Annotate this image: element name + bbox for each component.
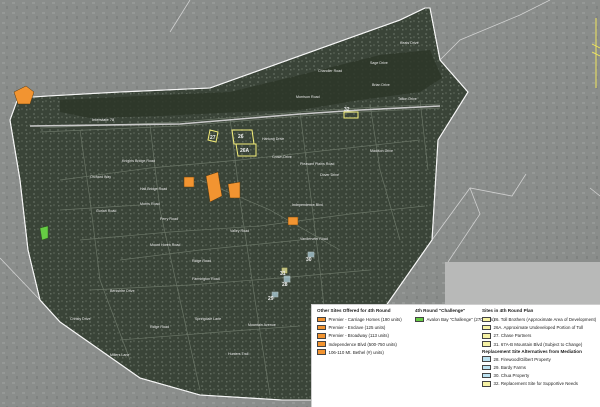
road-label: Mountain Avenue <box>248 323 276 327</box>
road-label: Morris Road <box>140 202 160 206</box>
legend-plan-sites: Sites in 4th Round Plan 26. Toll Brother… <box>482 308 596 388</box>
legend-swatch-blue <box>482 364 491 371</box>
site-mt-bethel[interactable] <box>287 216 299 226</box>
legend-item: 31. 67A-B Mountain Blvd (Subject to Chan… <box>482 340 596 348</box>
road-label: Ridge Road <box>150 325 169 329</box>
site-label-28: 28 <box>282 282 288 288</box>
road-label: Berkshire Drive <box>110 289 135 293</box>
road-label: Vanderveer Road <box>300 237 328 241</box>
road-label: Ferry Road <box>160 217 178 221</box>
interstate-78-label: Interstate 78 <box>92 117 115 122</box>
site-independence-blvd[interactable] <box>227 181 241 199</box>
road-label: Hunters Trail <box>228 352 249 356</box>
site-label-30: 30 <box>306 257 312 263</box>
legend-swatch-orange <box>317 316 326 323</box>
road-label: Hall Bridge Road <box>140 187 167 191</box>
site-label-32: 32 <box>344 107 350 113</box>
road-label: Orchard Way <box>90 175 111 179</box>
road-label: Ridge Road <box>192 259 211 263</box>
legend-item: 26A. Approximate Undeveloped Portion of … <box>482 324 596 332</box>
legend-item: Independence Blvd (500-750 units) <box>317 340 402 348</box>
road-label: Christy Drive <box>70 317 91 321</box>
site-label-31: 31 <box>280 271 286 277</box>
road-label: Chandler Road <box>318 69 342 73</box>
legend-swatch-blue <box>482 372 491 379</box>
legend-item: 26. Toll Brothers (Approximate Area of D… <box>482 315 596 323</box>
road-label: Millers Lane <box>110 353 129 357</box>
site-label-26a: 26A <box>240 148 250 154</box>
site-label-29: 29 <box>268 296 274 302</box>
road-label: Springdale Lane <box>195 317 221 321</box>
site-enclave[interactable] <box>183 176 195 188</box>
legend-item: 28. Firewood/Gilbert Property <box>482 355 596 363</box>
legend-item: 106-110 Mt. Bethel (#) units) <box>317 348 402 356</box>
legend-title-plan-sites: Sites in 4th Round Plan <box>482 308 534 313</box>
road-label: Valley Road <box>230 229 249 233</box>
legend-swatch-yellow <box>482 316 491 323</box>
road-label: Farmington Road <box>192 277 220 281</box>
site-label-27: 27 <box>210 135 216 141</box>
legend-item: Premier - Carriage Homes (190 units) <box>317 315 402 323</box>
road-label: Brian Drive <box>372 83 390 87</box>
legend-item: 32. Replacement Site for Supportive Need… <box>482 380 596 388</box>
road-label: Pleasant Plains Road <box>300 162 334 166</box>
road-label: Sage Drive <box>370 61 388 65</box>
legend-swatch-orange <box>317 324 326 331</box>
legend-title-other-sites: Other Sites Offered for 4th Round <box>317 308 391 313</box>
legend-swatch-yellow <box>482 381 491 387</box>
road-label: Independence Blvd <box>292 203 323 207</box>
legend-swatch-orange <box>317 333 326 339</box>
legend-swatch-yellow <box>482 341 491 347</box>
legend-swatch-blue <box>482 356 491 362</box>
lower-right-flat-area <box>445 262 600 304</box>
road-label: Tallon Drive <box>398 97 417 101</box>
legend-item: Premier - Enclave (125 units) <box>317 324 402 332</box>
road-label: Morrison Road <box>296 95 320 99</box>
road-label: Madison Drive <box>370 149 393 153</box>
legend-item: 29. Bardy Farms <box>482 363 596 371</box>
road-label: Knights Bridge Road <box>122 159 155 163</box>
road-label: Gurlan Road <box>96 209 116 213</box>
site-label-26: 26 <box>238 134 244 140</box>
legend-other-sites: Other Sites Offered for 4th Round Premie… <box>317 308 402 356</box>
legend-item: 27. Chase Partners <box>482 332 596 340</box>
legend-swatch-yellow <box>482 333 491 339</box>
road-label: Crown Drive <box>272 155 292 159</box>
road-label: Mount Horeb Road <box>150 243 180 247</box>
legend-subtitle-replacement: Replacement Site Alternatives from Media… <box>482 349 582 355</box>
legend-item: 30. Chua Property <box>482 372 596 380</box>
legend-swatch-yellow <box>482 324 491 331</box>
legend-item: Premier - Broadway (113 units) <box>317 332 402 340</box>
legend-swatch-green <box>415 316 424 323</box>
legend-swatch-orange <box>317 349 326 355</box>
road-label: Keats Drive <box>400 41 419 45</box>
road-label: Hartung Drive <box>262 137 284 141</box>
map-legend: Other Sites Offered for 4th Round Premie… <box>311 304 600 407</box>
road-label: Dover Drive <box>320 173 339 177</box>
legend-swatch-orange <box>317 341 326 347</box>
